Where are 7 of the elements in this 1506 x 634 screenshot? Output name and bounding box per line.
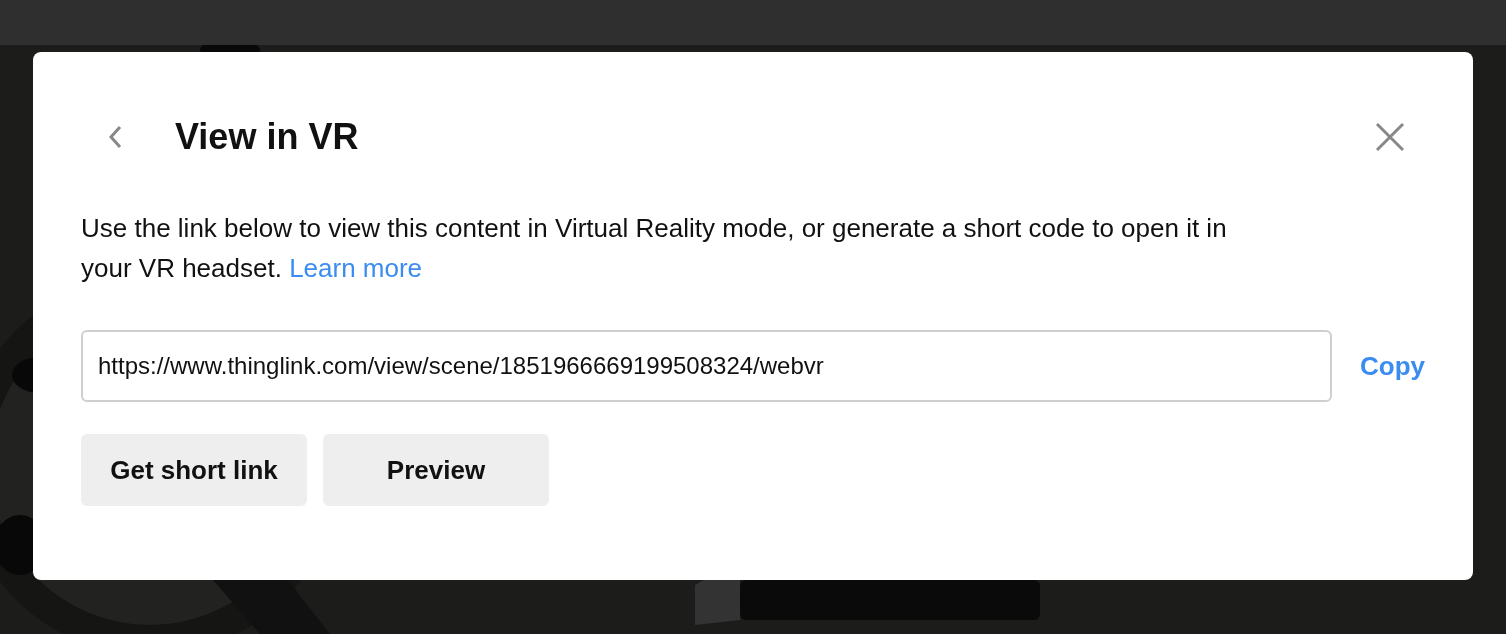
description: Use the link below to view this content in Virtual Reality mode, or generate a short code to open it in your VR headset. Learn more (81, 212, 1228, 285)
back-button[interactable] (107, 124, 123, 150)
dialog-title: View in VR (175, 116, 360, 158)
link-field[interactable]: https://www.thinglink.com/view/scene/1851966669199508324/webvr (81, 330, 1332, 402)
preview-button[interactable]: Preview (323, 434, 549, 506)
close-button[interactable] (1375, 122, 1405, 152)
short-link-button[interactable]: Get short link (81, 434, 307, 506)
